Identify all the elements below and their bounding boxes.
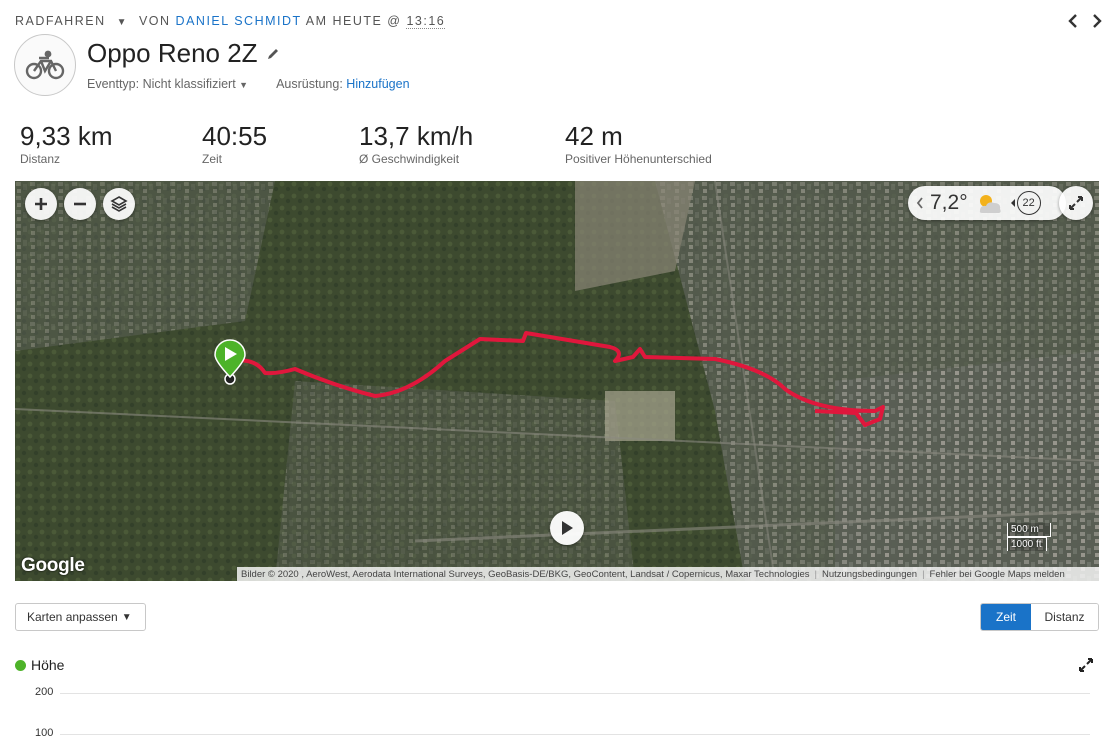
layers-icon	[110, 196, 128, 212]
toggle-time[interactable]: Zeit	[981, 604, 1031, 630]
zoom-out-button[interactable]	[64, 188, 96, 220]
y-tick-label: 100	[35, 727, 54, 739]
chevron-left-icon[interactable]	[916, 197, 924, 209]
stat-label: Positiver Höhenunterschied	[565, 152, 712, 166]
stat-value: 9,33 km	[20, 121, 113, 151]
gridline	[60, 734, 1090, 735]
activity-type: RADFAHREN	[15, 14, 106, 28]
minus-icon	[74, 202, 86, 206]
stat-avg-speed: 13,7 km/h Ø Geschwindigkeit	[359, 122, 565, 166]
customize-maps-button[interactable]: Karten anpassen ▼	[15, 603, 146, 631]
attribution-separator: |	[814, 568, 817, 580]
activity-avatar	[14, 34, 76, 96]
chart-legend: Höhe	[15, 657, 64, 673]
plus-icon	[35, 198, 47, 210]
report-error-link[interactable]: Fehler bei Google Maps melden	[930, 569, 1065, 580]
activity-header: RADFAHREN ▼ VON DANIEL SCHMIDT AM HEUTE …	[15, 14, 446, 29]
stat-label: Distanz	[20, 152, 61, 166]
bicycle-icon	[25, 50, 65, 80]
imagery-credits: Bilder © 2020 , AeroWest, Aerodata Inter…	[241, 568, 810, 580]
map-fullscreen-button[interactable]	[1059, 186, 1093, 220]
partly-cloudy-icon	[979, 195, 1001, 213]
map-attribution: Bilder © 2020 , AeroWest, Aerodata Inter…	[237, 567, 1099, 581]
activity-time[interactable]: 13:16	[406, 14, 446, 29]
chevron-down-icon[interactable]: ▼	[239, 80, 248, 90]
event-type[interactable]: Eventtyp: Nicht klassifiziert ▼	[87, 77, 248, 91]
legend-dot	[15, 659, 26, 671]
gear-label: Ausrüstung:	[276, 77, 343, 91]
event-type-label: Eventtyp:	[87, 77, 140, 91]
title-row: Oppo Reno 2Z	[87, 38, 280, 69]
x-axis-toggle: Zeit Distanz	[980, 603, 1099, 631]
activity-title: Oppo Reno 2Z	[87, 38, 258, 68]
zoom-in-button[interactable]	[25, 188, 57, 220]
stat-value: 40:55	[202, 121, 268, 151]
activity-type-dropdown-icon[interactable]: ▼	[117, 17, 128, 28]
add-gear-link[interactable]: Hinzufügen	[346, 77, 409, 91]
scale-imperial: 1000 ft	[1007, 537, 1047, 551]
author-link[interactable]: DANIEL SCHMIDT	[176, 14, 302, 28]
weather-widget[interactable]: 7,2° 22	[908, 186, 1066, 220]
activity-stats: 9,33 km Distanz 40:55 Zeit 13,7 km/h Ø G…	[20, 122, 765, 166]
customize-maps-label: Karten anpassen	[27, 610, 118, 624]
stat-value: 13,7 km/h	[359, 121, 474, 151]
by-prefix: VON	[138, 14, 171, 28]
gear: Ausrüstung: Hinzufügen	[276, 77, 409, 91]
gridline	[60, 693, 1090, 694]
map-layers-button[interactable]	[103, 188, 135, 220]
weather-temperature: 7,2°	[930, 191, 968, 214]
stat-label: Zeit	[202, 152, 223, 166]
stat-elevation-gain: 42 m Positiver Höhenunterschied	[565, 122, 765, 166]
start-marker-icon[interactable]	[213, 339, 247, 385]
play-icon	[562, 521, 573, 535]
expand-icon	[1069, 196, 1083, 210]
activity-nav	[1068, 14, 1102, 33]
chevron-right-icon[interactable]	[1092, 14, 1102, 33]
stat-time: 40:55 Zeit	[202, 122, 359, 166]
stat-value: 42 m	[565, 121, 623, 151]
playback-button[interactable]	[550, 511, 584, 545]
pencil-icon[interactable]	[266, 47, 280, 61]
wind-speed: 22	[1016, 191, 1041, 215]
y-tick-label: 200	[35, 686, 54, 698]
stat-distance: 9,33 km Distanz	[20, 122, 202, 166]
legend-label: Höhe	[31, 657, 65, 673]
event-type-value[interactable]: Nicht klassifiziert	[143, 77, 236, 91]
chevron-left-icon[interactable]	[1068, 14, 1078, 33]
activity-meta: Eventtyp: Nicht klassifiziert ▼ Ausrüstu…	[87, 77, 410, 91]
scale-metric: 500 m	[1007, 523, 1051, 537]
map-scale: 500 m 1000 ft	[1007, 523, 1087, 551]
wind-direction-icon	[1010, 199, 1015, 207]
chevron-down-icon: ▼	[121, 611, 132, 623]
route-map[interactable]: 7,2° 22 500 m 1000 ft Google Bilder © 20…	[15, 181, 1099, 581]
date-text: AM HEUTE @	[305, 14, 402, 28]
attribution-separator: |	[922, 568, 925, 580]
stat-label: Ø Geschwindigkeit	[359, 152, 460, 166]
expand-icon[interactable]	[1079, 658, 1093, 672]
terms-link[interactable]: Nutzungsbedingungen	[822, 569, 917, 580]
toggle-distance[interactable]: Distanz	[1031, 604, 1098, 630]
google-logo: Google	[21, 555, 85, 576]
